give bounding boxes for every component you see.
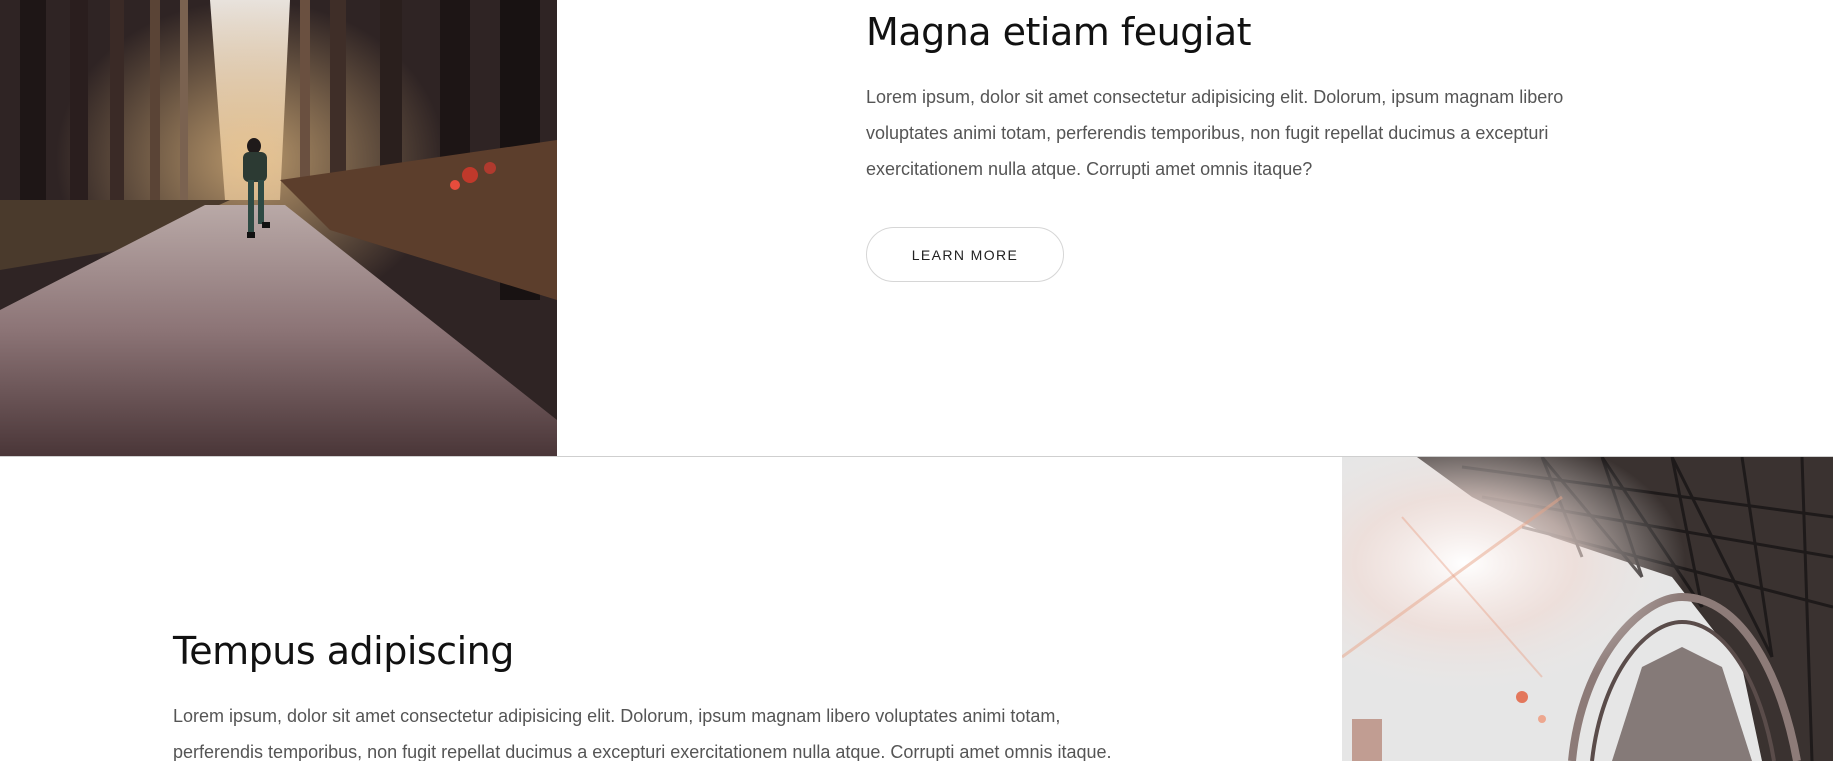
forest-path-photo — [0, 0, 557, 456]
feature-description: Lorem ipsum, dolor sit amet consectetur … — [866, 87, 1564, 180]
feature-content-1: Magna etiam feugiat Lorem ipsum, dolor s… — [866, 8, 1586, 283]
feature-section-2: Tempus adipiscing Lorem ipsum, dolor sit… — [0, 457, 1833, 761]
feature-description: Lorem ipsum, dolor sit amet consectetur … — [173, 706, 1112, 761]
steel-bridge-photo — [1342, 457, 1833, 761]
feature-heading: Tempus adipiscing — [173, 629, 514, 673]
feature-heading: Magna etiam feugiat — [866, 10, 1252, 54]
page: Magna etiam feugiat Lorem ipsum, dolor s… — [0, 0, 1833, 761]
feature-section-1: Magna etiam feugiat Lorem ipsum, dolor s… — [0, 0, 1833, 456]
feature-content-2: Tempus adipiscing Lorem ipsum, dolor sit… — [173, 627, 1153, 761]
learn-more-button[interactable]: LEARN MORE — [866, 227, 1064, 283]
